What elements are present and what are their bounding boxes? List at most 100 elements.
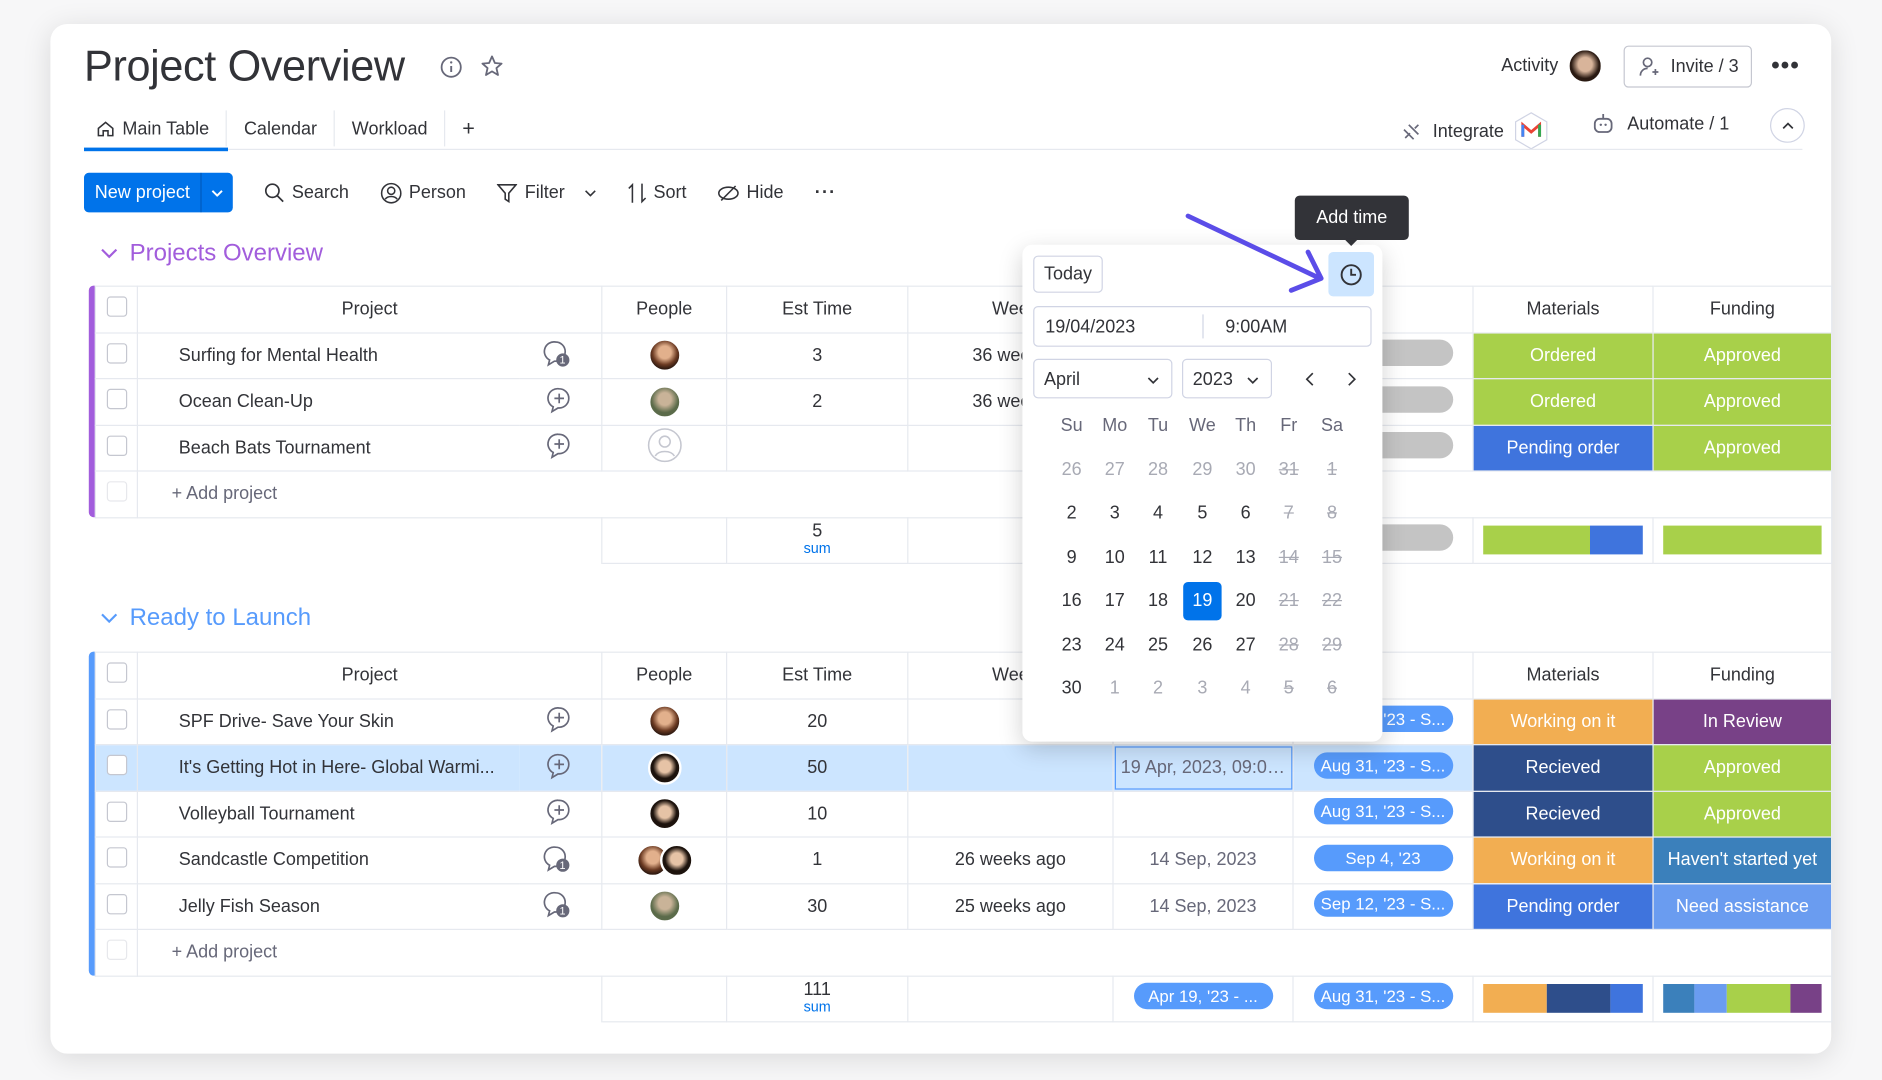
materials-status[interactable]: Recieved [1472,744,1654,792]
row-checkbox[interactable] [106,708,127,730]
add-update-icon[interactable] [546,431,575,460]
table-row[interactable]: It's Getting Hot in Here- Global Warmi..… [94,744,1833,792]
row-checkbox[interactable] [106,389,127,410]
calendar-day[interactable]: 10 [1096,539,1134,577]
people-cell[interactable] [601,790,728,838]
add-update-icon[interactable] [546,385,575,414]
weeks-cell[interactable]: 26 weeks ago [907,836,1114,884]
materials-status[interactable]: Recieved [1472,790,1654,838]
column-header-people[interactable]: People [601,651,728,699]
date-cell[interactable]: 14 Sep, 2023 [1112,836,1294,884]
project-name[interactable]: Ocean Clean-Up [136,378,519,426]
comment-count-icon[interactable] [543,890,572,919]
calendar-day[interactable]: 24 [1096,626,1134,664]
weeks-cell[interactable] [907,790,1114,838]
est-time-cell[interactable]: 1 [726,836,909,884]
add-update-icon[interactable] [546,797,575,826]
calendar-day[interactable]: 12 [1183,539,1221,577]
calendar-day[interactable]: 5 [1183,495,1221,533]
row-checkbox[interactable] [106,755,127,776]
updates-cell[interactable] [519,378,603,426]
materials-status[interactable]: Ordered [1472,378,1654,426]
avatar[interactable] [647,889,681,924]
calendar-day[interactable]: 4 [1139,495,1177,533]
updates-cell[interactable]: 1 [519,331,603,380]
funding-status[interactable]: Approved [1652,378,1833,426]
materials-status[interactable]: Working on it [1472,697,1654,746]
chevron-down-icon[interactable] [584,189,596,197]
star-icon[interactable] [480,54,504,78]
timeline-pill[interactable]: Sep 4, '23 [1313,844,1453,871]
sort-button[interactable]: Sort [627,182,687,204]
year-select[interactable]: 2023 [1182,358,1272,399]
materials-status[interactable]: Working on it [1472,836,1654,884]
chevron-down-icon[interactable] [200,172,233,213]
calendar-day[interactable]: 2 [1139,670,1177,708]
materials-status[interactable]: Ordered [1472,331,1654,380]
automate-button[interactable]: Automate / 1 [1591,112,1729,136]
updates-cell[interactable] [519,744,603,792]
add-project-input[interactable]: + Add project [136,928,1833,977]
calendar-day[interactable]: 23 [1052,626,1090,664]
project-name[interactable]: Surfing for Mental Health [136,331,519,380]
updates-cell[interactable]: 1 [519,882,603,930]
add-update-icon[interactable] [546,751,575,780]
add-project-input[interactable]: + Add project [136,470,1833,518]
people-cell[interactable] [601,836,728,884]
date-input-value[interactable]: 19/04/2023 [1045,317,1135,337]
select-all-checkbox[interactable] [106,296,127,318]
invite-button[interactable]: Invite / 3 [1623,45,1753,88]
funding-status[interactable]: Approved [1652,744,1833,792]
previous-month-icon[interactable] [1305,372,1316,386]
calendar-day[interactable]: 9 [1052,539,1090,577]
activity-label[interactable]: Activity [1501,55,1558,75]
updates-cell[interactable] [519,424,603,472]
date-time-input[interactable]: 19/04/2023 9:00AM [1033,306,1372,347]
table-row[interactable]: Sandcastle Competition 1 1 26 weeks ago 14 S… [94,836,1833,884]
people-cell[interactable] [601,331,728,380]
calendar-day[interactable]: 28 [1139,451,1177,489]
calendar-day[interactable]: 13 [1226,539,1264,577]
est-time-cell[interactable]: 20 [726,697,909,746]
project-name[interactable]: Beach Bats Tournament [136,424,519,472]
calendar-day[interactable]: 3 [1096,495,1134,533]
calendar-day[interactable]: 30 [1226,451,1264,489]
project-name[interactable]: Jelly Fish Season [136,882,519,930]
calendar-day[interactable]: 20 [1226,582,1264,620]
avatar[interactable] [647,704,681,739]
avatar[interactable] [647,797,681,831]
funding-status[interactable]: Approved [1652,790,1833,838]
funding-status[interactable]: Need assistance [1652,882,1833,930]
est-time-cell[interactable]: 50 [726,744,909,792]
updates-cell[interactable] [519,790,603,838]
column-header-project[interactable]: Project [136,651,603,699]
calendar-day[interactable]: 1 [1096,670,1134,708]
column-header-materials[interactable]: Materials [1472,285,1654,333]
people-cell[interactable] [601,424,728,472]
people-cell[interactable] [601,744,728,792]
column-header-people[interactable]: People [601,285,728,333]
funding-status[interactable]: Approved [1652,331,1833,380]
calendar-day[interactable]: 29 [1183,451,1221,489]
date-cell[interactable]: 14 Sep, 2023 [1112,882,1294,930]
calendar-day[interactable]: 27 [1226,626,1264,664]
timeline-pill[interactable]: Sep 12, '23 - S... [1313,890,1453,918]
est-time-cell[interactable]: 2 [726,378,909,426]
date-cell[interactable] [1112,790,1294,838]
table-row[interactable]: Beach Bats Tournament Pending order Approv… [94,424,1833,472]
row-checkbox[interactable] [106,435,127,456]
more-options-icon[interactable]: ••• [1771,53,1800,81]
table-row[interactable]: Surfing for Mental Health 1 3 36 weeks Order… [94,331,1833,380]
timeline-pill[interactable]: Aug 31, '23 - S... [1313,798,1453,825]
group-header[interactable]: Ready to Launch [101,605,311,633]
column-header-est-time[interactable]: Est Time [726,651,909,699]
chevron-down-icon[interactable] [101,248,118,259]
filter-button[interactable]: Filter [497,182,596,204]
column-header-est-time[interactable]: Est Time [726,285,909,333]
project-name[interactable]: Volleyball Tournament [136,790,519,838]
column-header-funding[interactable]: Funding [1652,285,1833,333]
month-select[interactable]: April [1033,358,1173,399]
tab-main-table[interactable]: Main Table [84,110,228,147]
calendar-day[interactable]: 16 [1052,582,1090,620]
info-icon[interactable] [439,55,463,79]
